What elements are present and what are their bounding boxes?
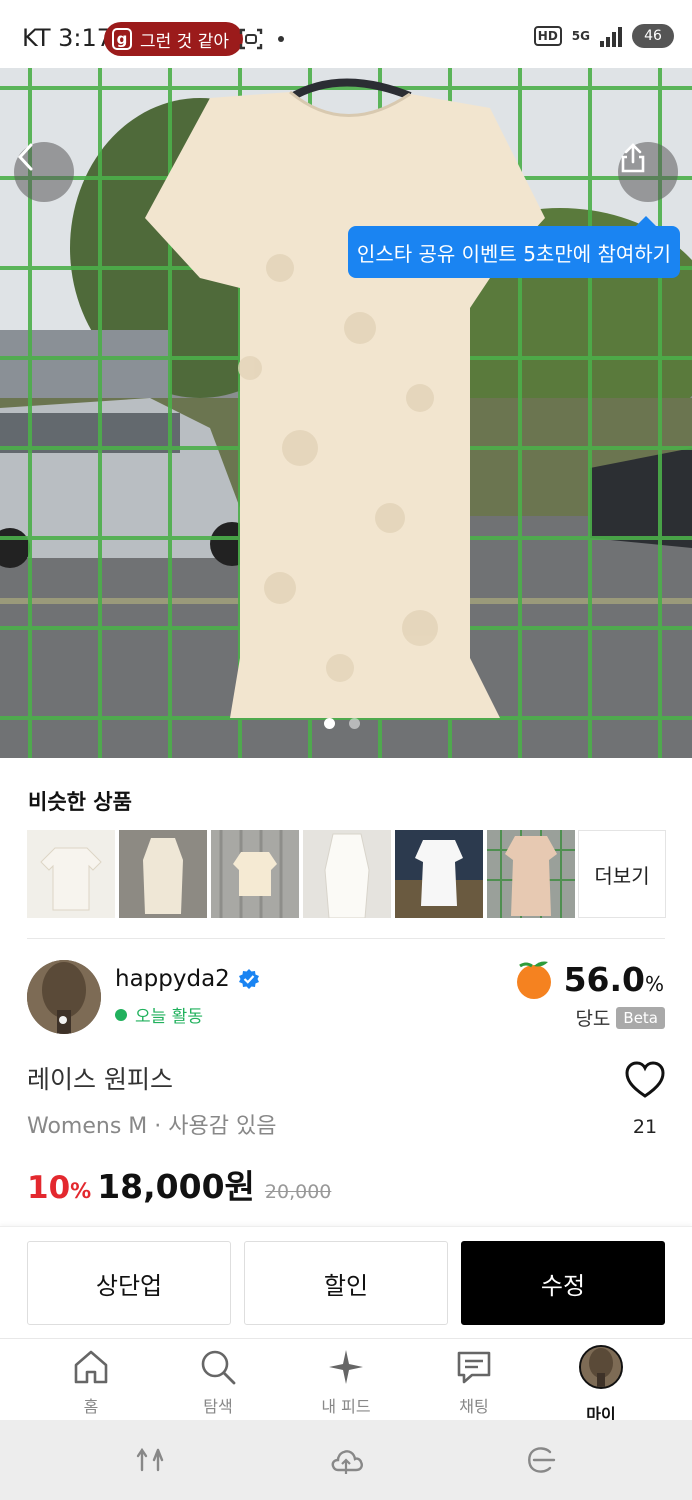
chevron-left-icon (17, 143, 33, 171)
rating-unit: % (644, 971, 664, 996)
share-event-tooltip[interactable]: 인스타 공유 이벤트 5초만에 참여하기 (348, 216, 680, 278)
discount-rate: 10% (27, 1170, 91, 1206)
section-divider (27, 938, 665, 939)
status-right: HD 5G 46 (533, 24, 674, 48)
status-bar: KT 3:17 g 그런 것 같아 HD 5G 46 (0, 0, 692, 76)
original-price: 20,000 (264, 1181, 332, 1203)
like-count: 21 (632, 1116, 658, 1138)
similar-item-thumb[interactable] (119, 830, 207, 918)
back-button[interactable] (14, 142, 74, 202)
edit-button[interactable]: 수정 (461, 1241, 665, 1325)
sparkle-icon (329, 1350, 363, 1384)
seller-name-row[interactable]: happyda2 (115, 966, 260, 992)
see-more-button[interactable]: 더보기 (578, 830, 666, 918)
share-button[interactable] (618, 142, 678, 202)
tab-home[interactable]: 홈 (41, 1345, 141, 1417)
similar-item-thumb[interactable] (211, 830, 299, 918)
screenshot-icon (239, 28, 263, 50)
tab-search-label: 탐색 (203, 1397, 233, 1416)
chat-icon (457, 1351, 491, 1384)
activity-label: 오늘 활동 (135, 1007, 203, 1027)
page-dot-active (324, 718, 335, 729)
similar-items-list (27, 830, 575, 918)
product-meta: Womens M · 사용감 있음 (27, 1114, 277, 1139)
share-icon (621, 143, 645, 173)
tab-search[interactable]: 탐색 (168, 1345, 268, 1417)
seller-name: happyda2 (115, 966, 230, 992)
discount-unit: % (70, 1179, 92, 1203)
rating-value-row: 56.0% (564, 960, 664, 999)
back-nav-icon[interactable] (520, 1442, 560, 1478)
tab-chat[interactable]: 채팅 (424, 1345, 524, 1417)
action-bar: 상단업 할인 수정 (0, 1226, 692, 1338)
tab-home-label: 홈 (83, 1397, 99, 1416)
tab-feed[interactable]: 내 피드 (296, 1345, 396, 1417)
similar-item-thumb[interactable] (27, 830, 115, 918)
discount-value: 10 (27, 1170, 71, 1206)
recent-apps-icon[interactable] (134, 1442, 174, 1478)
notification-pill-text: 그런 것 같아 (140, 31, 230, 52)
system-nav-bar (0, 1420, 692, 1500)
discount-button[interactable]: 할인 (244, 1241, 448, 1325)
home-cloud-icon[interactable] (326, 1442, 366, 1478)
similar-item-thumb[interactable] (395, 830, 483, 918)
verified-badge-icon (238, 969, 259, 989)
hd-icon: HD (533, 26, 562, 46)
product-photo-art (0, 68, 692, 758)
similar-item-thumb[interactable] (303, 830, 391, 918)
like-heart-icon[interactable] (624, 1060, 666, 1100)
app-g-icon: g (112, 28, 132, 50)
notification-pill[interactable]: g 그런 것 같아 (104, 22, 244, 56)
my-avatar (579, 1345, 623, 1389)
signal-icon (600, 25, 622, 47)
bottom-tab-bar: 홈 탐색 내 피드 채팅 마이 (0, 1338, 692, 1424)
sale-price: 18,000원 (97, 1167, 255, 1206)
similar-items-title: 비슷한 상품 (28, 790, 132, 814)
status-time: KT 3:17 (22, 24, 113, 52)
page-dot (349, 718, 360, 729)
price-row: 10% 18,000원 20,000 (27, 1160, 331, 1208)
status-dot (278, 36, 284, 42)
similar-item-thumb[interactable] (487, 830, 575, 918)
bump-button[interactable]: 상단업 (27, 1241, 231, 1325)
network-icon: 5G (571, 29, 590, 43)
tab-chat-label: 채팅 (459, 1397, 489, 1416)
sweetness-rating[interactable]: 56.0% (512, 958, 664, 1000)
rating-label-row: 당도 Beta (575, 1004, 665, 1031)
online-dot-icon (115, 1008, 127, 1021)
photo-pagination (324, 718, 360, 729)
product-photo[interactable]: 인스타 공유 이벤트 5초만에 참여하기 (0, 68, 692, 758)
rating-label: 당도 (575, 1008, 611, 1030)
search-icon (201, 1350, 236, 1385)
product-title: 레이스 원피스 (27, 1065, 173, 1094)
seller-avatar[interactable] (27, 960, 101, 1034)
tab-feed-label: 내 피드 (321, 1397, 371, 1416)
activity-status: 오늘 활동 (115, 1002, 203, 1027)
beta-badge: Beta (616, 1006, 665, 1029)
battery-icon: 46 (632, 24, 674, 48)
rating-value: 56.0 (563, 959, 645, 999)
tangerine-icon (516, 961, 551, 999)
tab-my[interactable]: 마이 (551, 1345, 651, 1425)
home-icon (74, 1350, 108, 1384)
